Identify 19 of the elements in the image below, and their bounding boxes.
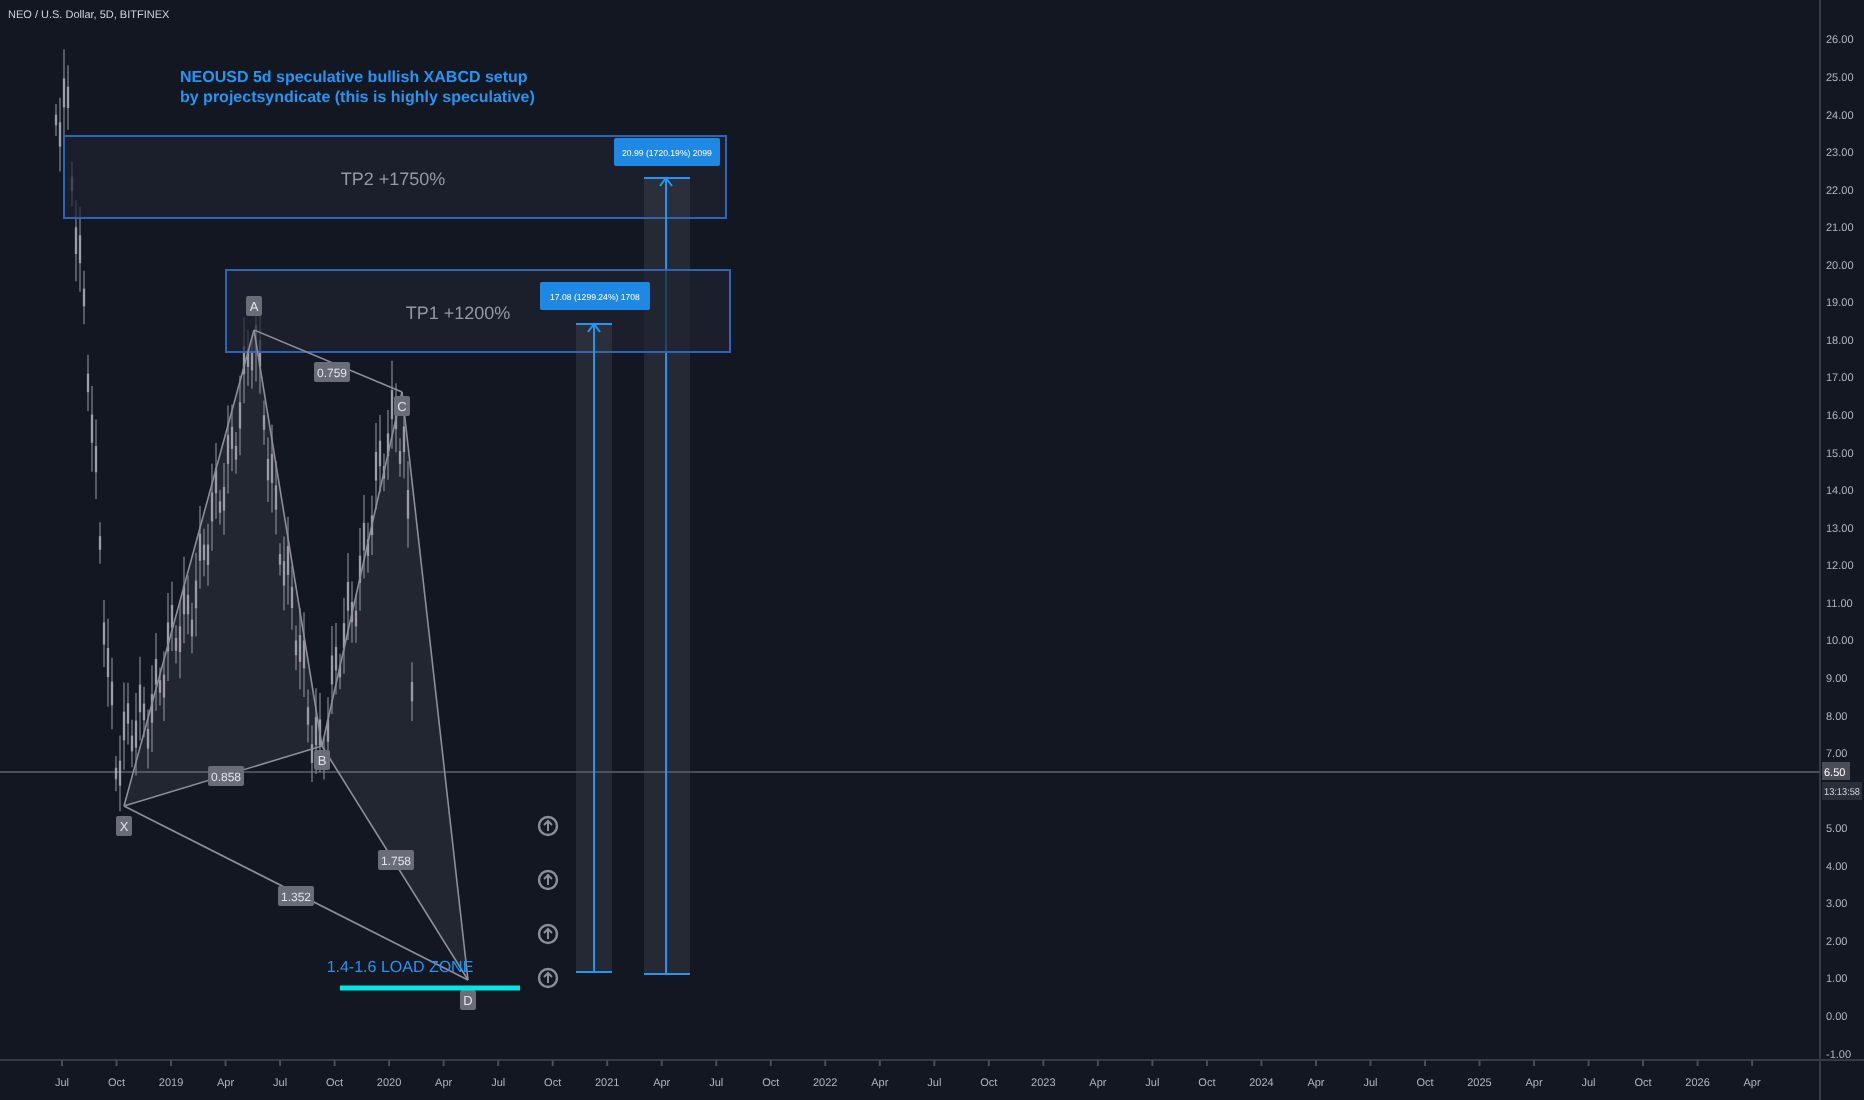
target-label: TP1 +1200% <box>405 303 511 323</box>
ratio-label-background <box>278 886 314 906</box>
point-label-background <box>394 396 410 416</box>
target-label: TP2 +1750% <box>340 169 446 189</box>
point-label-background <box>314 750 330 770</box>
measure-label-background <box>540 282 650 310</box>
ratio-label-background <box>208 766 244 786</box>
idea-title: NEOUSD 5d speculative bullish XABCD setup <box>180 68 528 86</box>
idea-title: by projectsyndicate (this is highly speculative) <box>180 88 535 106</box>
ratio-label-background <box>378 850 414 870</box>
measure-label-background <box>614 138 720 166</box>
arrow-up-circle-icon <box>537 869 559 891</box>
arrow-up-circle-icon <box>537 967 559 989</box>
arrow-up-circle-icon <box>537 923 559 945</box>
point-label-background <box>116 816 132 836</box>
point-label-background <box>246 296 262 316</box>
point-label-background <box>460 990 476 1010</box>
ratio-label-background <box>314 362 350 382</box>
arrow-up-circle-icon <box>537 815 559 837</box>
